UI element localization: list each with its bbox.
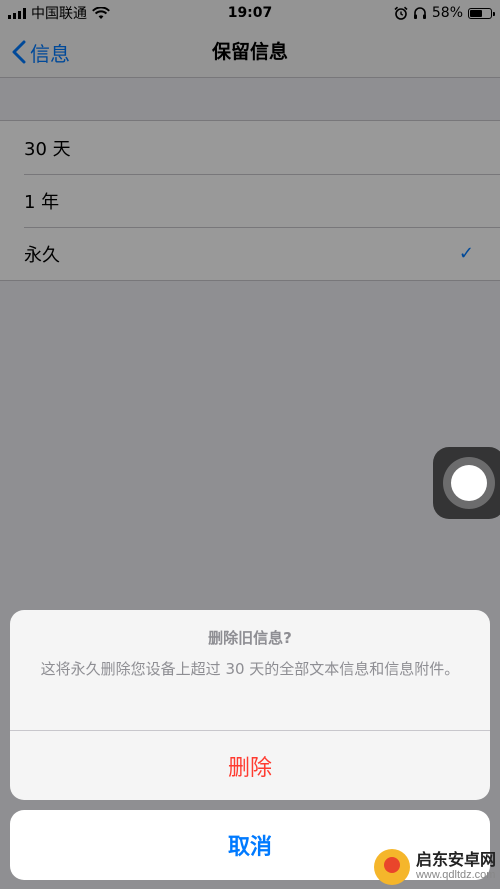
assistive-touch-dot [451, 465, 487, 501]
wifi-icon [92, 6, 110, 19]
assistive-touch-button[interactable] [433, 447, 500, 519]
assistive-touch-ring [443, 457, 495, 509]
navigation-bar: 信息 保留信息 [0, 26, 500, 78]
delete-button[interactable]: 删除 [10, 731, 490, 800]
status-right: 58% [394, 5, 495, 21]
sheet-message: 这将永久删除您设备上超过 30 天的全部文本信息和信息附件。 [40, 660, 460, 678]
option-30-days[interactable]: 30 天 [0, 121, 500, 174]
status-left: 中国联通 [8, 3, 110, 23]
battery-icon [468, 7, 495, 19]
sheet-title: 删除旧信息? [208, 629, 292, 647]
checkmark-icon: ✓ [458, 243, 474, 264]
watermark-url: www.qdltdz.com [415, 868, 496, 881]
option-1-year[interactable]: 1 年 [0, 174, 500, 227]
status-bar: 中国联通 19:07 58% [0, 0, 500, 26]
carrier-name: 中国联通 [31, 6, 87, 22]
page-title: 保留信息 [211, 41, 288, 63]
watermark-name: 启东安卓网 [415, 851, 496, 869]
action-sheet: 删除旧信息? 这将永久删除您设备上超过 30 天的全部文本信息和信息附件。 删除 [10, 610, 490, 800]
headphones-icon [413, 7, 426, 19]
option-forever[interactable]: 永久 ✓ [0, 227, 500, 280]
battery-percent: 58% [431, 5, 463, 21]
signal-icon [8, 7, 26, 19]
alarm-icon [394, 6, 408, 20]
option-label: 永久 [24, 244, 60, 266]
watermark: 启东安卓网 www.qdltdz.com [373, 849, 496, 885]
option-label: 1 年 [24, 191, 60, 213]
watermark-text: 启东安卓网 www.qdltdz.com [415, 851, 496, 881]
retention-options-list: 30 天 1 年 永久 ✓ [0, 120, 500, 281]
option-label: 30 天 [24, 138, 71, 160]
watermark-logo-icon [373, 849, 410, 885]
